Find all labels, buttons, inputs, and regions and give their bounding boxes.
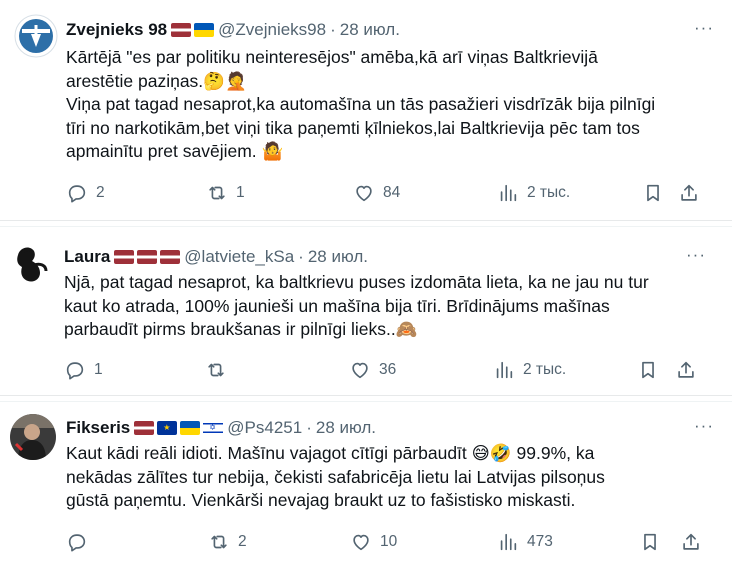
views-button[interactable]: 2 тыс. xyxy=(497,180,570,206)
tweet-header: Fikseris @Ps4251 · 28 июл. xyxy=(66,416,376,440)
tweet-text-line: Njā, pat tagad nesaprot, ka baltkrievu p… xyxy=(64,272,649,292)
reply-icon xyxy=(68,534,86,552)
repost-icon xyxy=(211,535,227,549)
share-icon xyxy=(678,361,694,378)
tweet-date[interactable]: 28 июл. xyxy=(316,418,376,438)
israel-flag-icon xyxy=(203,421,224,435)
reply-button[interactable] xyxy=(66,529,96,555)
latvia-flag-icon xyxy=(171,23,192,37)
heart-icon xyxy=(356,185,372,202)
reply-count: 1 xyxy=(94,361,103,378)
tweet-text-line: Viņa pat tagad nesaprot,ka automašīna un… xyxy=(66,94,656,114)
bookmark-icon xyxy=(642,361,654,379)
repost-count: 1 xyxy=(236,184,245,201)
like-button[interactable]: 10 xyxy=(350,529,397,555)
author-handle[interactable]: @latviete_kSa xyxy=(184,247,294,267)
reply-count: 2 xyxy=(96,184,105,201)
latvia-flag-icon xyxy=(137,250,158,264)
more-options-icon[interactable]: ··· xyxy=(686,245,706,265)
share-button[interactable] xyxy=(675,357,697,383)
bookmark-button[interactable] xyxy=(639,529,661,555)
latvia-flag-icon xyxy=(160,250,181,264)
profile-flags xyxy=(114,250,181,264)
views-count: 473 xyxy=(527,533,553,550)
author-handle[interactable]: @Zvejnieks98 xyxy=(218,20,326,40)
views-icon xyxy=(496,361,513,379)
share-button[interactable] xyxy=(680,529,702,555)
tweet[interactable]: Laura @latviete_kSa · 28 июл. ··· Njā, p… xyxy=(0,226,732,396)
bookmark-icon xyxy=(644,533,656,551)
tweet-actions: 2 1 84 2 тыс. xyxy=(0,180,732,206)
like-count: 36 xyxy=(379,361,397,378)
tweet-header: Zvejnieks 98 @Zvejnieks98 · 28 июл. xyxy=(66,18,400,42)
heart-icon xyxy=(352,362,368,379)
heart-icon xyxy=(353,534,369,551)
share-icon xyxy=(681,184,697,201)
repost-icon xyxy=(209,186,225,200)
repost-count: 2 xyxy=(238,533,247,550)
tweet-date[interactable]: 28 июл. xyxy=(308,247,368,267)
like-button[interactable]: 84 xyxy=(353,180,400,206)
tweet-text-line: kaut ko atrada, 100% jaunieši un mašīna … xyxy=(64,295,610,316)
tweet-date[interactable]: 28 июл. xyxy=(340,20,400,40)
more-options-icon[interactable]: ··· xyxy=(694,416,714,436)
profile-flags xyxy=(134,421,224,435)
repost-icon xyxy=(208,363,224,377)
tweet-text-line: parbaudīt pirms braukšanas ir pilnīgi li… xyxy=(64,319,418,339)
share-button[interactable] xyxy=(678,180,700,206)
profile-flags xyxy=(171,23,215,37)
author-handle[interactable]: @Ps4251 xyxy=(227,418,302,438)
tweet-text-line: tīri no narkotikām,bet viņi tika paņemti… xyxy=(66,117,640,138)
views-icon xyxy=(500,533,517,551)
tweet[interactable]: Zvejnieks 98 @Zvejnieks98 · 28 июл. ··· … xyxy=(0,0,732,221)
like-count: 84 xyxy=(383,184,401,201)
repost-button[interactable]: 1 xyxy=(206,180,245,206)
tweet-text: Kārtējā "es par politiku neinteresējos" … xyxy=(66,46,655,164)
reply-button[interactable]: 2 xyxy=(66,180,105,206)
ukraine-flag-icon xyxy=(194,23,215,37)
latvia-flag-icon xyxy=(114,250,135,264)
tweet-text-line: nekādas zālītes tur nebija, čekisti safa… xyxy=(66,466,605,487)
tweet-header: Laura @latviete_kSa · 28 июл. xyxy=(64,245,368,269)
tweet-text-line: Kaut kādi reāli idioti. Mašīnu vajagot c… xyxy=(66,443,595,463)
bookmark-icon xyxy=(647,184,659,202)
tweet-text-line: gūstā paņemtu. Vienkārši nevajag braukt … xyxy=(66,490,576,510)
views-count: 2 тыс. xyxy=(523,361,567,378)
views-count: 2 тыс. xyxy=(527,184,571,201)
reply-icon xyxy=(68,185,86,203)
tweet-text-line: Kārtējā "es par politiku neinteresējos" … xyxy=(66,47,598,67)
reply-button[interactable]: 1 xyxy=(64,357,103,383)
eu-flag-icon xyxy=(157,421,178,435)
like-button[interactable]: 36 xyxy=(349,357,396,383)
author-name[interactable]: Zvejnieks 98 xyxy=(66,20,167,40)
bookmark-button[interactable] xyxy=(642,180,664,206)
share-icon xyxy=(683,533,699,550)
separator-dot: · xyxy=(298,247,304,266)
separator-dot: · xyxy=(306,418,312,437)
ukraine-flag-icon xyxy=(180,421,201,435)
tweet[interactable]: Fikseris @Ps4251 · 28 июл. ··· Kaut kādi… xyxy=(0,401,732,573)
tweet-text: Njā, pat tagad nesaprot, ka baltkrievu p… xyxy=(64,271,649,342)
like-count: 10 xyxy=(380,533,398,550)
bookmark-button[interactable] xyxy=(637,357,659,383)
tweet-actions: 2 10 473 xyxy=(0,529,732,555)
avatar[interactable] xyxy=(10,414,56,460)
latvia-flag-icon xyxy=(134,421,155,435)
avatar[interactable] xyxy=(14,14,58,58)
more-options-icon[interactable]: ··· xyxy=(694,18,714,38)
tweet-text: Kaut kādi reāli idioti. Mašīnu vajagot c… xyxy=(66,442,605,513)
tweet-text-line: apmainītu pret savējiem. 🤷 xyxy=(66,141,284,161)
repost-button[interactable]: 2 xyxy=(208,529,247,555)
repost-button[interactable] xyxy=(205,357,235,383)
views-icon xyxy=(500,184,517,202)
views-button[interactable]: 473 xyxy=(497,529,553,555)
avatar[interactable] xyxy=(10,241,56,287)
reply-icon xyxy=(66,362,84,380)
author-name[interactable]: Laura xyxy=(64,247,110,267)
separator-dot: · xyxy=(330,20,336,39)
tweet-text-line: arestētie paziņas.🤔🤦 xyxy=(66,70,247,91)
tweet-actions: 1 36 2 тыс. xyxy=(0,357,732,383)
views-button[interactable]: 2 тыс. xyxy=(493,357,566,383)
author-name[interactable]: Fikseris xyxy=(66,418,130,438)
